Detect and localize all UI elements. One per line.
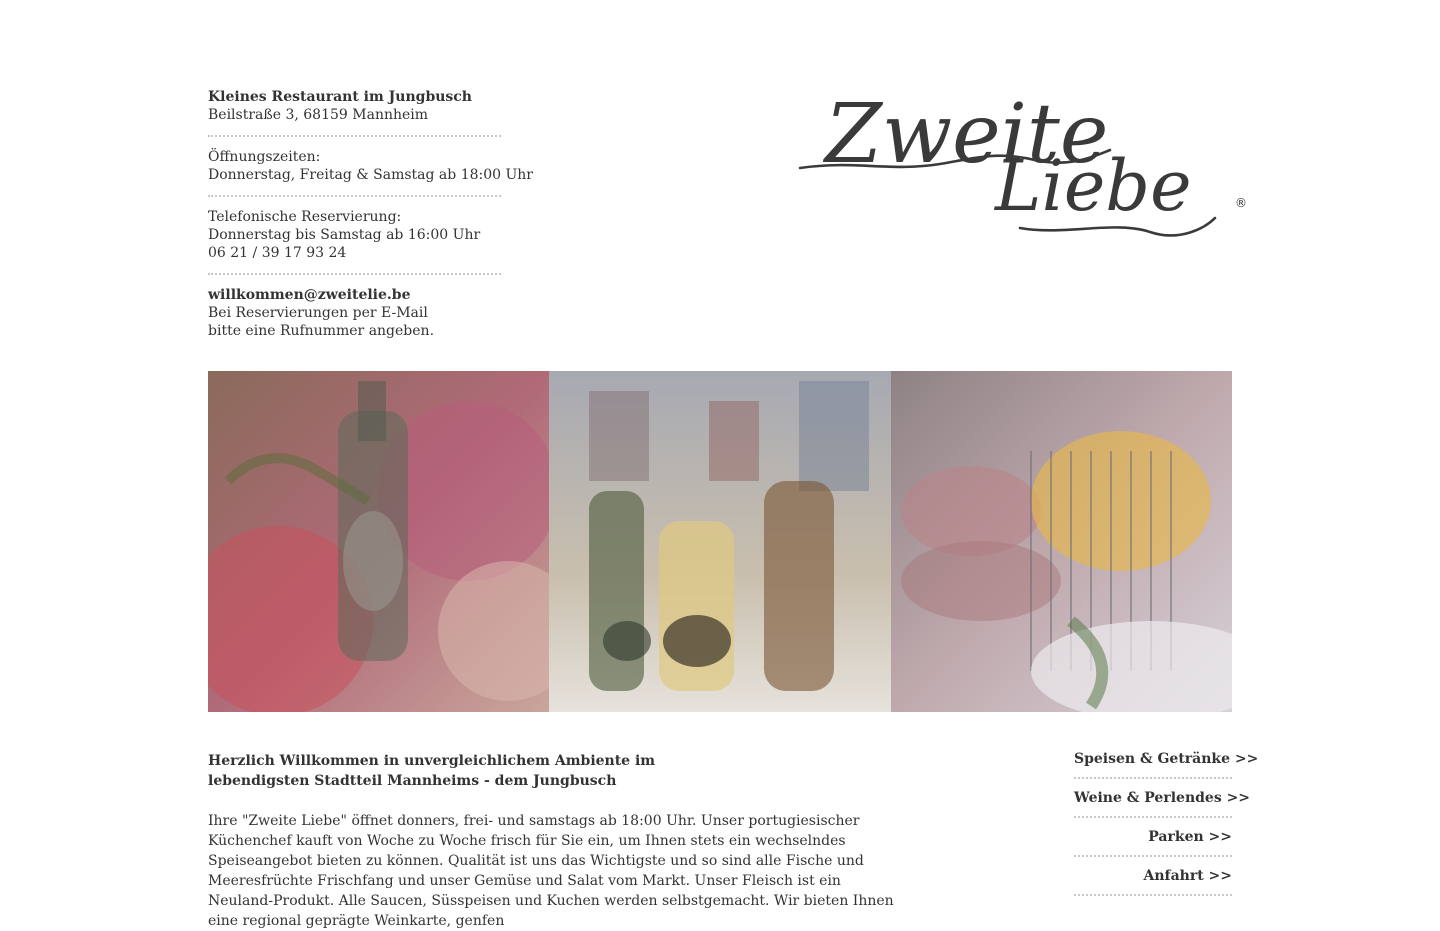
reservation-block: Telefonische Reservierung: Donnerstag bi… <box>208 208 501 275</box>
welcome-headline-line-2: lebendigsten Stadtteil Mannheims - dem J… <box>208 773 617 789</box>
opening-hours-block: Öffnungszeiten: Donnerstag, Freitag & Sa… <box>208 148 533 197</box>
email-block: willkommen@zweitelie.be Bei Reservierung… <box>208 286 501 351</box>
email-link[interactable]: willkommen@zweitelie.be <box>208 286 501 304</box>
opening-hours-label: Öffnungszeiten: <box>208 149 321 165</box>
nav-link-weine-perlendes[interactable]: Weine & Perlendes >> <box>1074 788 1250 818</box>
opening-hours-value: Donnerstag, Freitag & Samstag ab 18:00 U… <box>208 167 533 183</box>
email-note-line-1: Bei Reservierungen per E-Mail <box>208 305 428 321</box>
restaurant-name: Kleines Restaurant im Jungbusch <box>208 89 472 105</box>
registered-mark: ® <box>1235 196 1247 210</box>
photo-strip <box>208 371 1232 712</box>
side-navigation: Speisen & Getränke >> Weine & Perlendes … <box>1074 749 1258 905</box>
nav-link-anfahrt[interactable]: Anfahrt >> <box>1074 866 1232 896</box>
photo-champagne-bottles <box>549 371 891 712</box>
reservation-label: Telefonische Reservierung: <box>208 209 402 225</box>
zweite-liebe-logo[interactable]: Zweite Liebe ® <box>795 60 1250 250</box>
welcome-headline-line-1: Herzlich Willkommen in unvergleichlichem… <box>208 753 656 769</box>
logo-script-graphic: Zweite Liebe ® <box>798 87 1247 237</box>
nav-link-parken[interactable]: Parken >> <box>1074 827 1232 857</box>
welcome-section: Herzlich Willkommen in unvergleichlichem… <box>208 751 908 931</box>
phone-number[interactable]: 06 21 / 39 17 93 24 <box>208 244 501 262</box>
photo-fries-basket <box>890 371 1232 712</box>
address: Beilstraße 3, 68159 Mannheim <box>208 107 429 123</box>
nav-link-speisen-getraenke[interactable]: Speisen & Getränke >> <box>1074 749 1258 779</box>
email-note-line-2: bitte eine Rufnummer angeben. <box>208 323 435 339</box>
reservation-hours: Donnerstag bis Samstag ab 16:00 Uhr <box>208 227 481 243</box>
address-block: Kleines Restaurant im Jungbusch Beilstra… <box>208 88 501 137</box>
logo-word-2: Liebe <box>993 145 1192 227</box>
welcome-headline: Herzlich Willkommen in unvergleichlichem… <box>208 751 908 791</box>
photo-wine-bottle-and-food <box>208 371 550 712</box>
contact-info: Kleines Restaurant im Jungbusch Beilstra… <box>208 88 533 351</box>
welcome-body-text: Ihre "Zweite Liebe" öffnet donners, frei… <box>208 813 894 929</box>
